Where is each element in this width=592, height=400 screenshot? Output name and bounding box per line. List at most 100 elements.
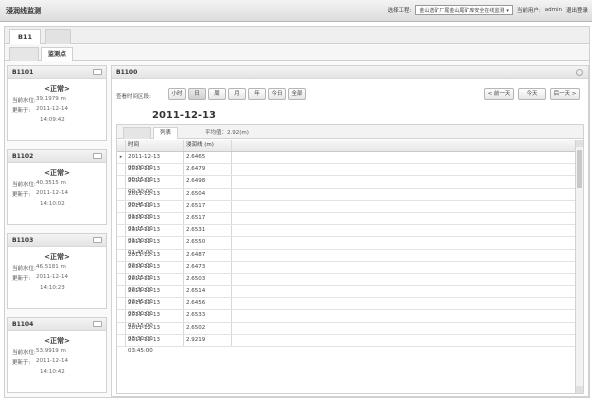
column-header-value[interactable]: 浸润线 (m) — [184, 140, 232, 151]
table-row[interactable]: 2011-12-13 02:30:00 2.6503 — [117, 273, 575, 293]
range-today-button[interactable]: 今日 — [268, 88, 286, 100]
range-label: 查看时间区段: — [116, 94, 151, 100]
sensor-card[interactable]: B1102 <正常> 当前水位: 40.3515 m 更新于: 2011-12-14… — [7, 149, 107, 225]
table-row[interactable]: 2011-12-13 00:15:00 2.6479 — [117, 164, 575, 183]
scrollbar[interactable] — [575, 140, 583, 393]
row-indicator — [117, 164, 126, 176]
range-hour-button[interactable]: 小时 — [168, 88, 186, 100]
view-tab-bar: 列表 平均值：2.92(m) — [117, 125, 583, 139]
row-indicator — [117, 322, 126, 334]
cell-time: 2011-12-13 03:00:00 — [126, 298, 184, 317]
prev-day-button[interactable]: < 前一天 — [484, 88, 514, 100]
range-week-button[interactable]: 周 — [208, 88, 226, 100]
user-name: admin — [544, 7, 562, 13]
scroll-thumb[interactable] — [577, 150, 582, 188]
tab-monitor-points[interactable]: 监测点 — [41, 47, 74, 61]
updated-date: 2011-12-14 — [36, 190, 68, 196]
user-label: 当前用户: — [516, 8, 541, 14]
tab-secondary[interactable] — [45, 29, 71, 44]
cell-value: 2.6531 — [184, 225, 232, 237]
detail-panel: B1100 查看时间区段: 小时 日 周 月 年 今日 全部 < 前一天 今天 … — [111, 65, 589, 397]
chart-icon[interactable] — [93, 153, 102, 159]
chart-icon[interactable] — [93, 69, 102, 75]
table-row[interactable]: 2011-12-13 03:15:00 2.6533 — [117, 310, 575, 329]
current-date: 2011-12-13 — [152, 110, 216, 121]
row-indicator — [117, 200, 126, 212]
row-indicator — [117, 334, 126, 346]
cell-time: 2011-12-13 02:15:00 — [126, 261, 184, 281]
table-row[interactable]: 2011-12-13 01:00:00 2.6517 — [117, 200, 575, 220]
status-badge: <正常> — [44, 169, 70, 177]
range-month-button[interactable]: 月 — [228, 88, 246, 100]
cell-time: 2011-12-13 03:30:00 — [126, 322, 184, 342]
top-bar: 浸润线监测 选择工程: 金山选矿厂尾金山尾矿库安全在线监测 ▾ 当前用户: ad… — [0, 0, 592, 22]
row-indicator — [117, 237, 126, 249]
table-row[interactable]: 2011-12-13 00:30:00 2.6498 — [117, 176, 575, 195]
cell-value: 2.6517 — [184, 212, 232, 225]
column-header-time[interactable]: 时间 — [126, 140, 184, 151]
level-value: 46.5181 m — [36, 264, 66, 270]
cell-value: 2.6498 — [184, 176, 232, 188]
detail-title: B1100 — [116, 69, 138, 76]
cell-value: 2.9219 — [184, 334, 232, 346]
updated-date: 2011-12-14 — [36, 358, 68, 364]
data-table: 时间 浸润线 (m) ▸ 2011-12-13 00:00:00 2.6465 201… — [117, 140, 575, 393]
tab-overview[interactable] — [9, 47, 39, 61]
sub-tab-bar: 监测点 — [5, 45, 589, 61]
updated-label: 更新于: — [12, 276, 31, 282]
sensor-title: B1102 — [12, 153, 34, 160]
table-row[interactable]: 2011-12-13 01:15:00 2.6517 — [117, 212, 575, 232]
table-row[interactable]: 2011-12-13 01:30:00 2.6531 — [117, 225, 575, 244]
scroll-down-icon[interactable] — [576, 386, 583, 393]
table-row[interactable]: 2011-12-13 03:45:00 2.9219 — [117, 334, 575, 354]
range-day-button[interactable]: 日 — [188, 88, 206, 100]
tab-list[interactable]: 列表 — [153, 127, 179, 139]
top-tab-bar: B11 — [5, 27, 589, 44]
cell-value: 2.6504 — [184, 188, 232, 200]
refresh-icon[interactable] — [576, 69, 583, 76]
cell-time: 2011-12-13 01:45:00 — [126, 237, 184, 256]
chart-icon[interactable] — [93, 321, 102, 327]
project-select[interactable]: 金山选矿厂尾金山尾矿库安全在线监测 ▾ — [415, 5, 513, 15]
row-indicator — [117, 225, 126, 237]
row-indicator — [117, 176, 126, 188]
cell-time: 2011-12-13 01:15:00 — [126, 212, 184, 232]
table-header: 时间 浸润线 (m) — [117, 140, 575, 152]
project-value: 金山选矿厂尾金山尾矿库安全在线监测 — [419, 8, 505, 14]
cell-time: 2011-12-13 02:00:00 — [126, 249, 184, 269]
tab-b11[interactable]: B11 — [9, 29, 41, 44]
sensor-card[interactable]: B1103 <正常> 当前水位: 46.5181 m 更新于: 2011-12-14… — [7, 233, 107, 309]
table-row[interactable]: 2011-12-13 01:45:00 2.6550 — [117, 237, 575, 256]
level-label: 当前水位: — [12, 182, 36, 188]
project-label: 选择工程: — [387, 8, 412, 14]
chart-icon[interactable] — [93, 237, 102, 243]
table-row[interactable]: ▸ 2011-12-13 00:00:00 2.6465 — [117, 152, 575, 171]
average-value: 平均值：2.92(m) — [205, 130, 249, 136]
table-row[interactable]: 2011-12-13 00:45:00 2.6504 — [117, 188, 575, 208]
scroll-up-icon[interactable] — [576, 140, 583, 147]
tab-chart[interactable] — [123, 127, 151, 139]
range-year-button[interactable]: 年 — [248, 88, 266, 100]
row-indicator — [117, 310, 126, 322]
row-indicator — [117, 298, 126, 310]
table-row[interactable]: 2011-12-13 03:30:00 2.6502 — [117, 322, 575, 342]
level-value: 39.1979 m — [36, 96, 66, 102]
cell-value: 2.6503 — [184, 273, 232, 286]
table-row[interactable]: 2011-12-13 02:15:00 2.6473 — [117, 261, 575, 281]
cell-value: 2.6456 — [184, 298, 232, 310]
cell-time: 2011-12-13 00:15:00 — [126, 164, 184, 183]
data-view: 列表 平均值：2.92(m) 时间 浸润线 (m) ▸ 2011-12-13 00… — [116, 124, 584, 394]
logout-link[interactable]: 退出登录 — [566, 6, 588, 14]
app-title: 浸润线监测 — [6, 7, 41, 15]
row-indicator — [117, 212, 126, 225]
next-day-button[interactable]: 后一天 > — [550, 88, 580, 100]
today-button[interactable]: 今天 — [518, 88, 546, 100]
table-row[interactable]: 2011-12-13 03:00:00 2.6456 — [117, 298, 575, 317]
table-row[interactable]: 2011-12-13 02:00:00 2.6487 — [117, 249, 575, 269]
detail-header: B1100 — [112, 66, 588, 79]
range-all-button[interactable]: 全部 — [288, 88, 306, 100]
sensor-title: B1101 — [12, 69, 34, 76]
table-row[interactable]: 2011-12-13 02:45:00 2.6514 — [117, 286, 575, 305]
sensor-card[interactable]: B1101 <正常> 当前水位: 39.1979 m 更新于: 2011-12-14… — [7, 65, 107, 141]
sensor-card[interactable]: B1104 <正常> 当前水位: 53.9919 m 更新于: 2011-12-14… — [7, 317, 107, 393]
